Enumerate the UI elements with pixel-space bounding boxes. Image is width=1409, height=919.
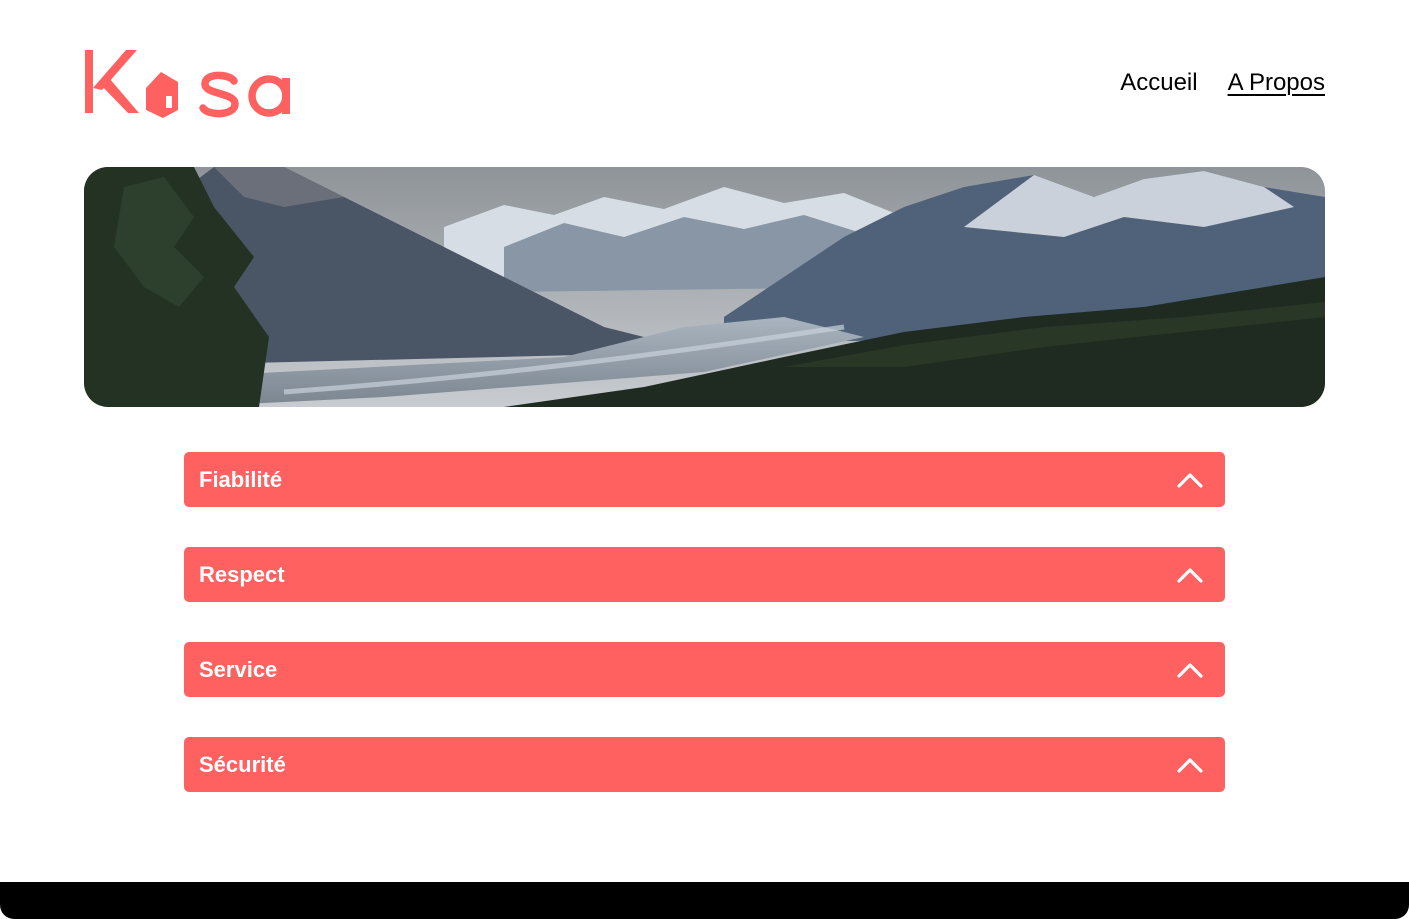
collapse-title: Respect <box>199 561 285 587</box>
footer <box>0 882 1409 919</box>
collapse-respect[interactable]: Respect <box>184 547 1225 602</box>
chevron-up-icon[interactable] <box>1177 662 1203 678</box>
app-window: Accueil A Propos Fiabilité Respect Servi… <box>0 0 1409 919</box>
chevron-up-icon[interactable] <box>1177 757 1203 773</box>
collapse-title: Service <box>199 656 278 682</box>
chevron-up-icon[interactable] <box>1177 567 1203 583</box>
nav-a-propos[interactable]: A Propos <box>1228 68 1325 98</box>
values-accordion: Fiabilité Respect Service Sécurité <box>184 452 1225 832</box>
collapse-title: Fiabilité <box>199 466 283 492</box>
nav-accueil[interactable]: Accueil <box>1120 68 1197 98</box>
collapse-title: Sécurité <box>199 751 286 777</box>
banner-image <box>84 167 1325 407</box>
header: Accueil A Propos <box>84 44 1325 124</box>
collapse-fiabilite[interactable]: Fiabilité <box>184 452 1225 507</box>
main-nav: Accueil A Propos <box>1120 68 1325 98</box>
mountain-landscape-image <box>84 167 1325 407</box>
collapse-service[interactable]: Service <box>184 642 1225 697</box>
logo-graphic <box>85 50 290 118</box>
collapse-securite[interactable]: Sécurité <box>184 737 1225 792</box>
kasa-logo[interactable] <box>84 44 304 124</box>
chevron-up-icon[interactable] <box>1177 472 1203 488</box>
